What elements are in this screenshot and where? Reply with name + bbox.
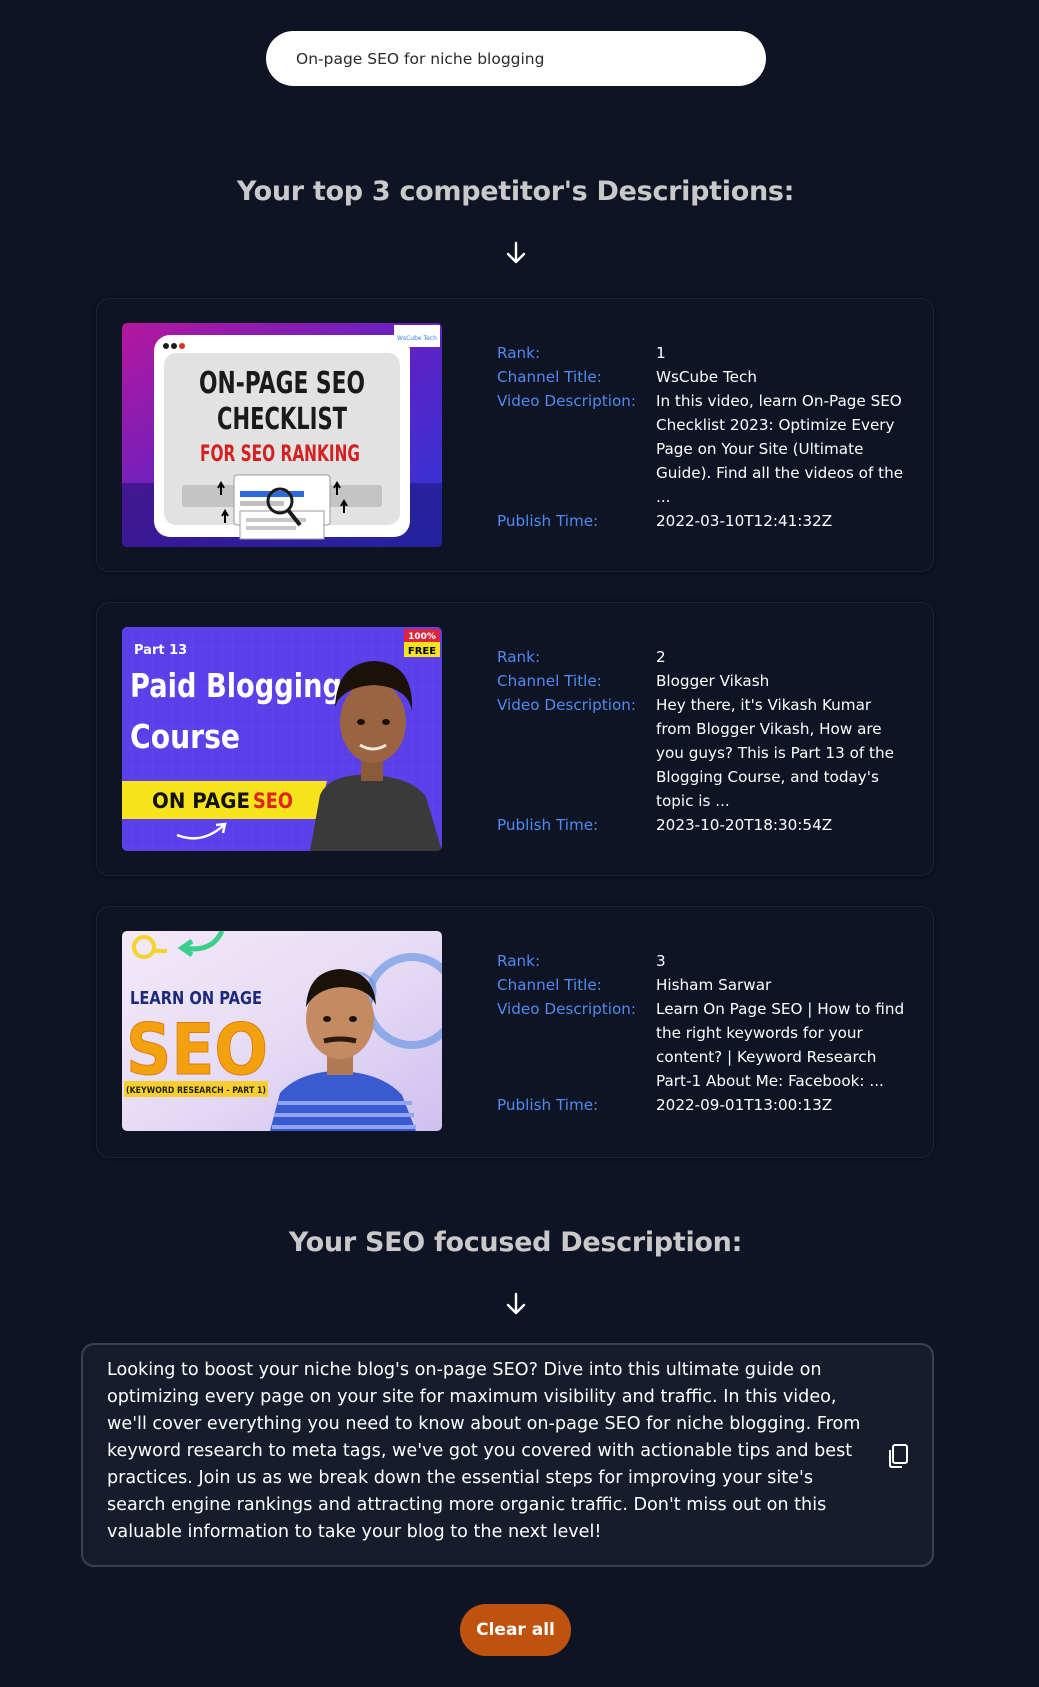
competitors-heading: Your top 3 competitor's Descriptions: (236, 176, 795, 207)
clear-all-button[interactable]: Clear all (460, 1604, 571, 1656)
competitor-card: WsCube Tech ON-PAGE SEO CHECKLIST FOR SE… (96, 298, 934, 572)
rank-value: 2 (656, 648, 666, 666)
channel-title-value: Hisham Sarwar (656, 976, 772, 994)
publish-time-label: Publish Time: (497, 512, 599, 530)
video-thumbnail: WsCube Tech ON-PAGE SEO CHECKLIST FOR SE… (122, 323, 442, 547)
search-input[interactable] (266, 31, 766, 86)
rank-value: 1 (656, 344, 666, 362)
competitor-card: Part 13 Paid Blogging Course 100% FREE O… (96, 602, 934, 876)
rank-label: Rank: (497, 344, 541, 362)
channel-title-label: Channel Title: (497, 976, 602, 994)
seo-description-heading: Your SEO focused Description: (288, 1227, 743, 1258)
video-description-label: Video Description: (497, 392, 636, 410)
video-description-label: Video Description: (497, 696, 636, 714)
thumbnail-title-line1: ON-PAGE SEO (199, 366, 365, 401)
seo-description-text: Looking to boost your niche blog's on-pa… (107, 1360, 861, 1542)
video-thumbnail: Part 13 Paid Blogging Course 100% FREE O… (122, 627, 442, 851)
thumbnail-title-line2: SEO (126, 1009, 268, 1091)
rank-label: Rank: (497, 952, 541, 970)
search-bar (266, 31, 766, 86)
seo-description-box: Looking to boost your niche blog's on-pa… (81, 1343, 934, 1567)
video-thumbnail: LEARN ON PAGE SEO (KEYWORD RESEARCH - PA… (122, 931, 442, 1131)
thumbnail-title-line1: Paid Blogging (130, 666, 342, 705)
rank-label: Rank: (497, 648, 541, 666)
publish-time-value: 2022-09-01T13:00:13Z (656, 1096, 833, 1114)
thumbnail-title-line1: LEARN ON PAGE (130, 988, 262, 1009)
publish-time-label: Publish Time: (497, 816, 599, 834)
thumbnail-title-line2: CHECKLIST (217, 402, 347, 437)
video-info: Rank: 2 Channel Title: Blogger Vikash Vi… (497, 645, 917, 837)
rank-value: 3 (656, 952, 666, 970)
channel-title-label: Channel Title: (497, 672, 602, 690)
arrow-down-icon (506, 241, 526, 264)
video-info: Rank: 1 Channel Title: WsCube Tech Video… (497, 341, 917, 533)
video-info: Rank: 3 Channel Title: Hisham Sarwar Vid… (497, 949, 917, 1117)
channel-title-value: Blogger Vikash (656, 672, 770, 690)
channel-title-value: WsCube Tech (656, 368, 757, 386)
video-description-value: In this video, learn On-Page SEO Checkli… (656, 392, 904, 506)
thumbnail-title-line2: Course (130, 717, 240, 756)
thumbnail-badge-bottom: FREE (408, 646, 436, 657)
thumbnail-banner-b: SEO (253, 789, 293, 813)
thumbnail-part: Part 13 (134, 643, 187, 658)
competitor-card: LEARN ON PAGE SEO (KEYWORD RESEARCH - PA… (96, 906, 934, 1158)
publish-time-value: 2023-10-20T18:30:54Z (656, 816, 833, 834)
thumbnail-banner-a: ON PAGE (152, 789, 250, 813)
publish-time-value: 2022-03-10T12:41:32Z (656, 512, 833, 530)
thumbnail-title-line3: FOR SEO RANKING (200, 442, 360, 467)
thumbnail-brand: WsCube Tech (397, 335, 437, 342)
arrow-down-icon (506, 1292, 526, 1315)
video-description-value: Hey there, it's Vikash Kumar from Blogge… (656, 696, 894, 810)
publish-time-label: Publish Time: (497, 1096, 599, 1114)
channel-title-label: Channel Title: (497, 368, 602, 386)
video-description-value: Learn On Page SEO | How to find the righ… (656, 1000, 905, 1090)
video-description-label: Video Description: (497, 1000, 636, 1018)
thumbnail-title-line3: (KEYWORD RESEARCH - PART 1) (126, 1086, 266, 1096)
thumbnail-badge-top: 100% (408, 632, 436, 642)
copy-icon[interactable] (885, 1442, 911, 1470)
